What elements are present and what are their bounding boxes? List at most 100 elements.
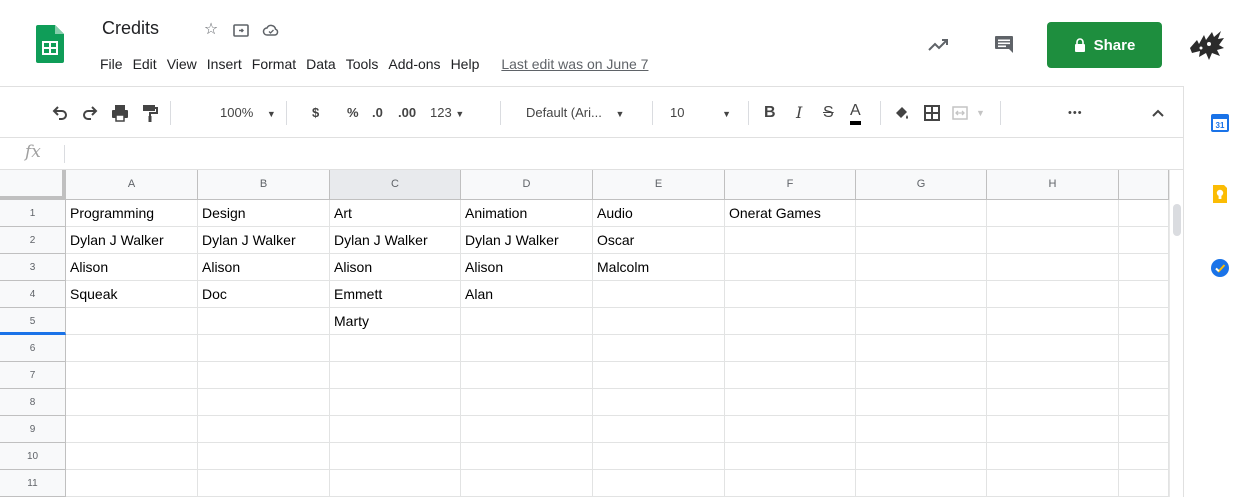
cell-e3[interactable]: Malcolm — [593, 254, 725, 281]
move-folder-icon[interactable] — [232, 21, 250, 39]
menu-tools[interactable]: Tools — [346, 56, 385, 72]
column-header-e[interactable]: E — [593, 170, 725, 200]
cell-b5[interactable] — [198, 308, 330, 335]
row-header-10[interactable]: 10 — [0, 443, 66, 470]
row-header-8[interactable]: 8 — [0, 389, 66, 416]
cell-h2[interactable] — [987, 227, 1119, 254]
column-header-d[interactable]: D — [461, 170, 593, 200]
cell-d10[interactable] — [461, 443, 593, 470]
cell-d11[interactable] — [461, 470, 593, 497]
cell-f1[interactable]: Onerat Games — [725, 200, 856, 227]
cell-d1[interactable]: Animation — [461, 200, 593, 227]
menu-addons[interactable]: Add-ons — [388, 56, 446, 72]
cell-c6[interactable] — [330, 335, 461, 362]
star-icon[interactable]: ☆ — [202, 21, 220, 39]
more-options-button[interactable]: ••• — [1068, 103, 1083, 123]
cell-a3[interactable]: Alison — [66, 254, 198, 281]
cell-g1[interactable] — [856, 200, 987, 227]
cell-c5[interactable]: Marty — [330, 308, 461, 335]
scrollbar-thumb[interactable] — [1173, 204, 1181, 236]
text-color-button[interactable]: A — [850, 103, 861, 125]
tasks-icon[interactable] — [1210, 258, 1230, 278]
column-header-a[interactable]: A — [66, 170, 198, 200]
cell-f3[interactable] — [725, 254, 856, 281]
cell-overflow[interactable] — [1119, 362, 1169, 389]
cell-b1[interactable]: Design — [198, 200, 330, 227]
keep-icon[interactable] — [1210, 184, 1230, 204]
cell-g6[interactable] — [856, 335, 987, 362]
share-button[interactable]: Share — [1047, 22, 1162, 68]
row-header-1[interactable]: 1 — [0, 200, 66, 227]
merge-icon[interactable] — [950, 103, 970, 123]
calendar-icon[interactable]: 31 — [1210, 113, 1230, 133]
cell-a6[interactable] — [66, 335, 198, 362]
cell-h9[interactable] — [987, 416, 1119, 443]
cell-overflow[interactable] — [1119, 389, 1169, 416]
cell-e8[interactable] — [593, 389, 725, 416]
cell-a4[interactable]: Squeak — [66, 281, 198, 308]
cloud-status-icon[interactable] — [262, 21, 280, 39]
menu-data[interactable]: Data — [306, 56, 342, 72]
cell-c1[interactable]: Art — [330, 200, 461, 227]
cell-b10[interactable] — [198, 443, 330, 470]
cell-c2[interactable]: Dylan J Walker — [330, 227, 461, 254]
row-header-2[interactable]: 2 — [0, 227, 66, 254]
column-header-h[interactable]: H — [987, 170, 1119, 200]
collapse-icon[interactable] — [1148, 103, 1168, 123]
cell-g9[interactable] — [856, 416, 987, 443]
italic-button[interactable]: I — [796, 103, 802, 123]
cell-b6[interactable] — [198, 335, 330, 362]
redo-icon[interactable] — [80, 103, 100, 123]
undo-icon[interactable] — [50, 103, 70, 123]
cell-a8[interactable] — [66, 389, 198, 416]
cell-c11[interactable] — [330, 470, 461, 497]
cell-f9[interactable] — [725, 416, 856, 443]
zoom-select[interactable]: 100% ▼ — [220, 103, 276, 123]
cell-h10[interactable] — [987, 443, 1119, 470]
menu-edit[interactable]: Edit — [133, 56, 163, 72]
cell-h8[interactable] — [987, 389, 1119, 416]
cell-e7[interactable] — [593, 362, 725, 389]
cell-a2[interactable]: Dylan J Walker — [66, 227, 198, 254]
cell-f10[interactable] — [725, 443, 856, 470]
cell-b4[interactable]: Doc — [198, 281, 330, 308]
menu-format[interactable]: Format — [252, 56, 302, 72]
column-header-g[interactable]: G — [856, 170, 987, 200]
cell-c7[interactable] — [330, 362, 461, 389]
more-formats-button[interactable]: 123 ▼ — [430, 103, 464, 123]
column-header-f[interactable]: F — [725, 170, 856, 200]
trend-icon[interactable] — [926, 33, 950, 57]
font-family-select[interactable]: Default (Ari... ▼ — [526, 103, 624, 123]
cell-overflow[interactable] — [1119, 254, 1169, 281]
dropdown-icon[interactable]: ▼ — [976, 103, 985, 123]
cell-f2[interactable] — [725, 227, 856, 254]
font-size-select[interactable]: 10 ▼ — [670, 103, 731, 123]
menu-help[interactable]: Help — [451, 56, 486, 72]
comment-icon[interactable] — [992, 33, 1016, 57]
row-header-5[interactable]: 5 — [0, 308, 66, 335]
cell-g4[interactable] — [856, 281, 987, 308]
cell-d5[interactable] — [461, 308, 593, 335]
cell-e6[interactable] — [593, 335, 725, 362]
cell-b3[interactable]: Alison — [198, 254, 330, 281]
cell-a9[interactable] — [66, 416, 198, 443]
cell-g11[interactable] — [856, 470, 987, 497]
cell-overflow[interactable] — [1119, 416, 1169, 443]
cell-g3[interactable] — [856, 254, 987, 281]
cell-f4[interactable] — [725, 281, 856, 308]
bold-button[interactable]: B — [764, 103, 776, 123]
row-header-4[interactable]: 4 — [0, 281, 66, 308]
cell-e9[interactable] — [593, 416, 725, 443]
cell-f8[interactable] — [725, 389, 856, 416]
cell-h6[interactable] — [987, 335, 1119, 362]
cell-g8[interactable] — [856, 389, 987, 416]
cell-d7[interactable] — [461, 362, 593, 389]
cell-overflow[interactable] — [1119, 443, 1169, 470]
cell-overflow[interactable] — [1119, 281, 1169, 308]
cell-e1[interactable]: Audio — [593, 200, 725, 227]
cell-a5[interactable] — [66, 308, 198, 335]
strikethrough-button[interactable]: S — [823, 103, 834, 123]
cell-d2[interactable]: Dylan J Walker — [461, 227, 593, 254]
borders-icon[interactable] — [922, 103, 942, 123]
cell-f5[interactable] — [725, 308, 856, 335]
